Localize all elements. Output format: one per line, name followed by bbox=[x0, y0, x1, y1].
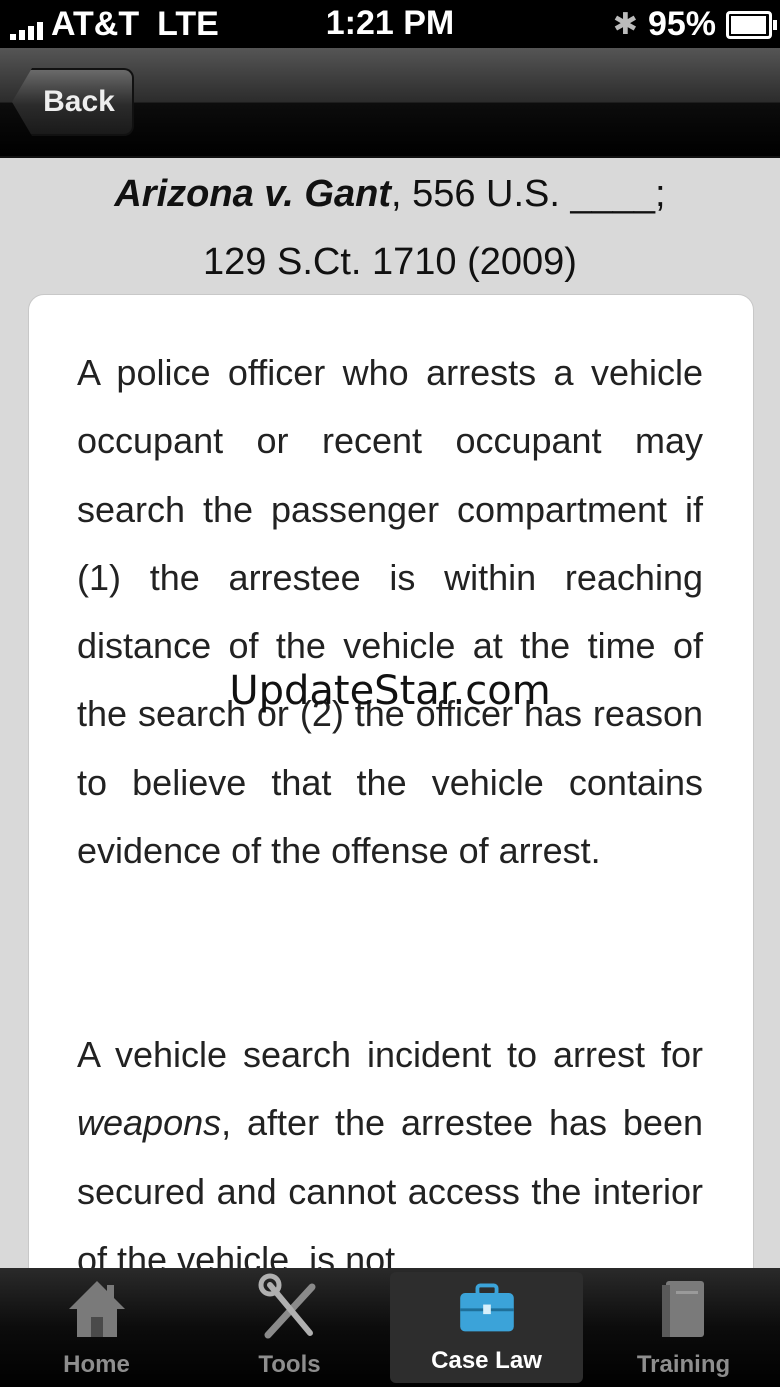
tab-case-law[interactable]: Case Law bbox=[390, 1272, 583, 1383]
back-button[interactable]: Back bbox=[12, 68, 134, 136]
house-icon bbox=[68, 1281, 125, 1337]
tools-icon bbox=[258, 1273, 315, 1339]
tab-training[interactable]: Training bbox=[587, 1268, 780, 1387]
battery-icon bbox=[726, 10, 777, 39]
tab-training-label: Training bbox=[636, 1351, 731, 1378]
bluetooth-icon: ✱ bbox=[612, 8, 638, 41]
book-icon bbox=[661, 1281, 704, 1337]
briefcase-icon bbox=[459, 1283, 514, 1332]
watermark: UpdateStar.com bbox=[229, 668, 551, 714]
summary-paragraph-2: A vehicle search incident to arrest for … bbox=[77, 1021, 703, 1294]
summary-paragraph-1: A police officer who arrests a vehicle o… bbox=[77, 352, 703, 872]
battery-percent: 95% bbox=[647, 5, 716, 43]
tab-tools[interactable]: Tools bbox=[193, 1268, 386, 1387]
navigation-bar: Back bbox=[0, 48, 780, 158]
case-title: Arizona v. Gant, 556 U.S. ____; 129 S.Ct… bbox=[0, 160, 780, 296]
case-summary-card[interactable]: A police officer who arrests a vehicle o… bbox=[28, 294, 754, 1296]
tab-home-label: Home bbox=[63, 1351, 130, 1378]
status-bar: AT&T LTE 1:21 PM ✱ 95% bbox=[0, 0, 780, 48]
case-title-line1: Arizona v. Gant, 556 U.S. ____; bbox=[0, 160, 780, 228]
para2-emphasis: weapons bbox=[77, 1102, 222, 1144]
para2-text-before: A vehicle search incident to arrest for bbox=[77, 1034, 703, 1075]
case-name: Arizona v. Gant bbox=[114, 173, 391, 215]
tab-bar: Home Tools Case Law Training bbox=[0, 1268, 780, 1387]
case-citation-sct: 129 S.Ct. 1710 (2009) bbox=[203, 241, 577, 283]
tab-case-law-label: Case Law bbox=[431, 1347, 542, 1374]
case-citation-us: , 556 U.S. ____; bbox=[390, 173, 666, 215]
status-right: ✱ 95% bbox=[612, 5, 777, 44]
tab-tools-label: Tools bbox=[258, 1351, 321, 1378]
tab-home[interactable]: Home bbox=[0, 1268, 193, 1387]
